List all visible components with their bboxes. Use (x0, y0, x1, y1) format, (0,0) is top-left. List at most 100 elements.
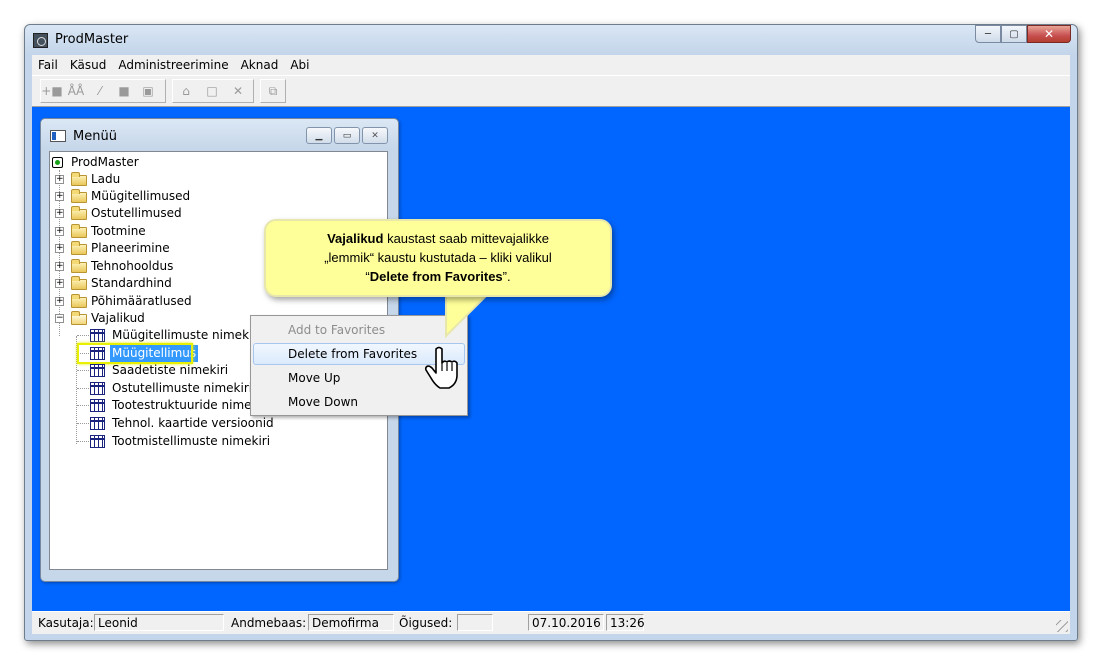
hand-cursor-icon (424, 346, 458, 389)
menu-window-icon (50, 130, 66, 142)
tree-line (77, 423, 89, 424)
find-icon[interactable]: ÅÅ (66, 81, 86, 101)
menu-minimize-button[interactable]: ▁ (306, 127, 332, 144)
tree-folder[interactable]: + Ostutellimused (50, 205, 250, 222)
copy-icon[interactable]: ⧉ (263, 81, 283, 101)
stop-icon[interactable]: ■ (114, 81, 134, 101)
add-to-favorites-item[interactable]: Add to Favorites (253, 319, 465, 341)
tree-leaf-label: Tootestruktuuride nimekiri (112, 398, 271, 412)
toolbar: +■ ÅÅ ⁄ ■ ▣ ⌂ □ ✕ ⧉ (32, 75, 1070, 107)
tree-root-label: ProdMaster (71, 155, 139, 169)
callout-bold-vajalikud: Vajalikud (327, 231, 384, 246)
tree-folder[interactable]: + Põhimääratlused (50, 293, 250, 310)
tree-folder-label: Planeerimine (91, 241, 170, 255)
highlight-box (77, 343, 193, 364)
tree-line (77, 370, 89, 371)
tree-line (77, 335, 89, 336)
open-icon[interactable]: ⌂ (176, 81, 196, 101)
tree-folder-label: Tootmine (91, 224, 146, 238)
tree-folder[interactable]: + Müügitellimused (50, 188, 250, 205)
tree-folder[interactable]: + Tehnohooldus (50, 258, 250, 275)
tree-folder[interactable]: + Tootmine (50, 223, 250, 240)
db-label: Andmebaas: (231, 616, 307, 630)
menu-administreerimine[interactable]: Administreerimine (112, 55, 234, 75)
expand-icon[interactable]: + (55, 175, 64, 184)
menu-kasud[interactable]: Käsud (64, 55, 113, 75)
callout-line-3: “Delete from Favorites”. (266, 267, 610, 286)
list-icon (90, 382, 105, 395)
folder-icon (71, 224, 87, 238)
callout-text-1: kaustast saab mittevajalikke (383, 231, 549, 246)
expand-icon[interactable]: + (55, 192, 64, 201)
tree-folder-label: Ladu (91, 172, 121, 186)
tree-folder[interactable]: + Planeerimine (50, 240, 250, 257)
expand-icon[interactable]: + (55, 262, 64, 271)
time-field: 13:26 (606, 614, 645, 631)
folder-icon (71, 259, 87, 273)
print-icon[interactable]: ▣ (138, 81, 158, 101)
expand-icon[interactable]: + (55, 244, 64, 253)
menu-window-controls: ▁ ▭ ✕ (304, 127, 388, 144)
resize-grip-icon[interactable] (1056, 620, 1068, 632)
menu-fail[interactable]: Fail (32, 55, 64, 75)
tree-leaf-label: Tootmistellimuste nimekiri (112, 434, 271, 448)
menu-aknad[interactable]: Aknad (235, 55, 285, 75)
callout-quote-close: ”. (502, 269, 511, 284)
menu-maximize-button[interactable]: ▭ (334, 127, 360, 144)
tree-leaf-label: Saadetiste nimekiri (112, 363, 229, 377)
tree-leaf-label: Müügitellimuste nimekiri (112, 328, 261, 342)
tree-leaf-label: Ostutellimuste nimekiri (112, 381, 253, 395)
maximize-button[interactable]: ▢ (1001, 25, 1027, 43)
tree-folder[interactable]: + Ladu (50, 171, 250, 188)
collapse-icon[interactable]: − (55, 314, 64, 323)
new-icon[interactable]: +■ (41, 81, 62, 101)
folder-icon (71, 241, 87, 255)
open-folder-icon (71, 311, 87, 325)
tree-folder[interactable]: + Standardhind (50, 275, 250, 292)
expand-icon[interactable]: + (55, 279, 64, 288)
list-icon (90, 435, 105, 448)
status-bar: Kasutaja: Leonid Andmebaas: Demofirma Õi… (32, 611, 1070, 634)
tree-folder-label: Müügitellimused (91, 189, 191, 203)
menu-abi[interactable]: Abi (284, 55, 315, 75)
tree-leaf[interactable]: Tootmistellimuste nimekiri (50, 433, 380, 450)
edit-icon[interactable]: ⁄ (90, 81, 110, 101)
tree-folder-label: Põhimääratlused (91, 294, 192, 308)
menu-close-button[interactable]: ✕ (362, 127, 388, 144)
close-button[interactable]: ✕ (1027, 25, 1071, 43)
user-label: Kasutaja: (38, 616, 94, 630)
app-icon (33, 33, 48, 48)
list-icon (90, 399, 105, 412)
root-icon (52, 157, 63, 168)
tree-leaf[interactable]: Tehnol. kaartide versioonid (50, 415, 380, 432)
help-callout: Vajalikud kaustast saab mittevajalikke „… (264, 219, 612, 297)
db-value: Demofirma (308, 614, 394, 631)
window-icon[interactable]: □ (202, 81, 222, 101)
rights-value (457, 614, 493, 631)
tree-line (77, 388, 89, 389)
user-value: Leonid (94, 614, 224, 631)
window-title: ProdMaster (55, 32, 129, 47)
callout-bold-delete: Delete from Favorites (369, 269, 503, 284)
expand-icon[interactable]: + (55, 297, 64, 306)
menu-window-title: Menüü (73, 129, 117, 144)
tree-folder-label: Ostutellimused (91, 206, 182, 220)
tree-line (77, 405, 89, 406)
title-bar[interactable]: ProdMaster ─ ▢ ✕ (25, 25, 1077, 55)
minimize-button[interactable]: ─ (975, 25, 1001, 43)
window-controls: ─ ▢ ✕ (975, 25, 1071, 43)
tree-line (77, 441, 89, 442)
tree-folder-vajalikud[interactable]: − Vajalikud (50, 310, 250, 327)
rights-label: Õigused: (399, 616, 453, 630)
menu-bar: Fail Käsud Administreerimine Aknad Abi (32, 55, 1070, 75)
folder-icon (71, 172, 87, 186)
list-icon (90, 417, 105, 430)
expand-icon[interactable]: + (55, 227, 64, 236)
list-icon (90, 329, 105, 342)
list-icon (90, 364, 105, 377)
tree-folder-label: Tehnohooldus (91, 259, 174, 273)
folder-icon (71, 276, 87, 290)
delete-icon[interactable]: ✕ (228, 81, 248, 101)
expand-icon[interactable]: + (55, 209, 64, 218)
move-down-item[interactable]: Move Down (253, 391, 465, 413)
